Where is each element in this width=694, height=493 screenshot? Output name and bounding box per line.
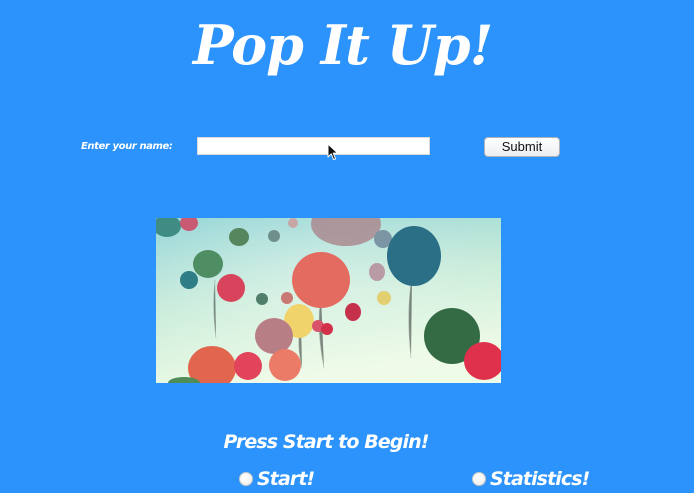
statistics-option[interactable]: Statistics! [472, 467, 590, 491]
page-title: Pop It Up! [193, 13, 493, 77]
balloons-image [156, 218, 501, 383]
submit-button[interactable]: Submit [484, 137, 560, 157]
name-input[interactable] [197, 137, 430, 155]
name-field-label: Enter your name: [81, 141, 173, 152]
start-option-label: Start! [257, 468, 315, 490]
start-prompt: Press Start to Begin! [223, 431, 429, 453]
start-option[interactable]: Start! [239, 467, 315, 491]
statistics-radio-button[interactable] [472, 472, 486, 486]
statistics-option-label: Statistics! [490, 468, 590, 490]
mouse-pointer-icon [327, 143, 339, 161]
start-radio-button[interactable] [239, 472, 253, 486]
